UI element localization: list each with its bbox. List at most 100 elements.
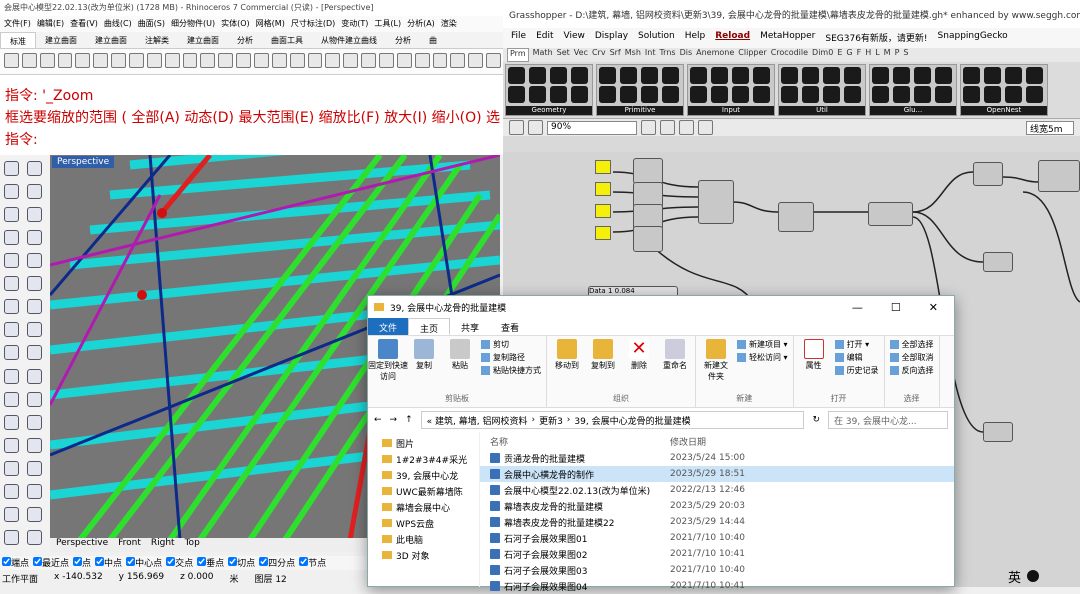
- number-slider[interactable]: [595, 160, 611, 174]
- number-slider[interactable]: [595, 182, 611, 196]
- gh-component-icon[interactable]: [963, 86, 980, 103]
- osnap-checkbox[interactable]: [2, 557, 11, 566]
- record-icon[interactable]: [1027, 570, 1040, 582]
- rhino-menu-item[interactable]: 曲面(S): [138, 18, 165, 30]
- save-icon[interactable]: [528, 120, 543, 135]
- viewport-tab[interactable]: Front: [118, 538, 141, 552]
- gh-component-icon[interactable]: [662, 86, 679, 103]
- tool-icon[interactable]: [4, 506, 19, 522]
- osnap-option[interactable]: 中点: [95, 556, 122, 570]
- tool-icon[interactable]: [4, 368, 19, 384]
- breadcrumb-item[interactable]: 39, 会展中心龙骨的批量建模: [574, 414, 690, 427]
- command-input[interactable]: 指令:: [5, 129, 500, 151]
- osnap-option[interactable]: 最近点: [33, 556, 69, 570]
- gh-component-icon[interactable]: [732, 86, 749, 103]
- gh-component-icon[interactable]: [781, 67, 798, 84]
- ribbon-tab[interactable]: 查看: [490, 318, 530, 335]
- open-icon[interactable]: [509, 120, 524, 135]
- rhino-menu-item[interactable]: 尺寸标注(D): [291, 18, 335, 30]
- gh-menu-item[interactable]: File: [511, 31, 526, 45]
- gh-component-icon[interactable]: [935, 67, 952, 84]
- toolbar-tool-icon[interactable]: [129, 53, 144, 68]
- tool-icon[interactable]: [4, 460, 19, 476]
- toolbar-tool-icon[interactable]: [396, 53, 412, 68]
- toolbar-tool-icon[interactable]: [468, 53, 484, 68]
- gh-component-icon[interactable]: [620, 86, 637, 103]
- rhino-menu-item[interactable]: 实体(O): [221, 18, 250, 30]
- gh-component-icon[interactable]: [753, 67, 770, 84]
- gh-component-icon[interactable]: [571, 67, 588, 84]
- gh-component-icon[interactable]: [984, 86, 1001, 103]
- nav-item[interactable]: 幕墙会展中心: [368, 499, 479, 515]
- gh-menu-item[interactable]: Solution: [638, 31, 675, 45]
- tool-icon[interactable]: [27, 414, 42, 430]
- rhino-toolbar-tab[interactable]: 分析: [386, 32, 420, 48]
- pin-button[interactable]: 固定到快速访问: [368, 339, 408, 382]
- gh-tab[interactable]: Anemone: [696, 48, 734, 62]
- rhino-toolbar-tab[interactable]: 建立曲面: [178, 32, 228, 48]
- toolbar-tool-icon[interactable]: [271, 53, 287, 68]
- tool-icon[interactable]: [27, 345, 42, 361]
- paste-button[interactable]: 粘贴: [445, 339, 475, 382]
- toolbar-tool-icon[interactable]: [21, 53, 37, 68]
- gh-component-icon[interactable]: [802, 67, 819, 84]
- move-to-button[interactable]: 移动到: [552, 339, 582, 371]
- file-row[interactable]: 石河子会展效果图02 2021/7/10 10:41: [480, 546, 954, 562]
- gh-tab[interactable]: Clipper: [738, 48, 766, 62]
- tool-icon[interactable]: [27, 207, 42, 223]
- gh-component-icon[interactable]: [844, 67, 861, 84]
- forward-icon[interactable]: →: [390, 415, 398, 425]
- select-none-button[interactable]: 全部取消: [889, 352, 934, 363]
- gh-menu-item[interactable]: Help: [685, 31, 706, 45]
- gh-component-icon[interactable]: [872, 67, 889, 84]
- gh-tab[interactable]: E: [837, 48, 842, 62]
- gh-tab[interactable]: Trns: [659, 48, 675, 62]
- gh-component[interactable]: [983, 422, 1013, 442]
- rhino-toolbar-tab[interactable]: 曲面工具: [262, 32, 312, 48]
- rhino-toolbar-tab[interactable]: 曲: [420, 32, 446, 48]
- gh-menu-item[interactable]: Reload: [715, 31, 750, 45]
- osnap-option[interactable]: 端点: [2, 556, 29, 570]
- gh-component-icon[interactable]: [823, 67, 840, 84]
- tool-icon[interactable]: [27, 161, 42, 176]
- gh-component-icon[interactable]: [550, 86, 567, 103]
- sketch-icon[interactable]: [660, 120, 675, 135]
- rhino-menu-item[interactable]: 网格(M): [256, 18, 285, 30]
- osnap-option[interactable]: 中心点: [126, 556, 162, 570]
- toolbar-tool-icon[interactable]: [414, 53, 430, 68]
- gh-component-icon[interactable]: [529, 86, 546, 103]
- wire-icon[interactable]: [698, 120, 713, 135]
- gh-component-icon[interactable]: [620, 67, 637, 84]
- tool-icon[interactable]: [4, 529, 19, 545]
- tool-icon[interactable]: [27, 276, 42, 292]
- tool-icon[interactable]: [4, 184, 19, 200]
- toolbar-tool-icon[interactable]: [75, 53, 91, 68]
- breadcrumb-item[interactable]: 更新3: [539, 414, 563, 427]
- tool-icon[interactable]: [27, 230, 42, 246]
- gh-component-icon[interactable]: [599, 86, 616, 103]
- tool-icon[interactable]: [4, 230, 19, 246]
- gh-tab[interactable]: Set: [557, 48, 570, 62]
- rhino-menu-item[interactable]: 渲染: [441, 18, 457, 30]
- gh-component-icon[interactable]: [550, 67, 567, 84]
- tool-icon[interactable]: [27, 253, 42, 269]
- osnap-checkbox[interactable]: [197, 557, 207, 566]
- osnap-option[interactable]: 节点: [299, 556, 326, 570]
- preview-icon[interactable]: [641, 120, 656, 135]
- file-row[interactable]: 石河子会展效果图03 2021/7/10 10:40: [480, 562, 954, 578]
- rhino-toolbar-tab[interactable]: 建立曲面: [36, 32, 86, 48]
- ribbon-tab[interactable]: 主页: [408, 318, 451, 335]
- gh-component-icon[interactable]: [984, 67, 1001, 84]
- tool-icon[interactable]: [4, 207, 19, 223]
- gh-tab[interactable]: S: [903, 48, 908, 62]
- gh-tab[interactable]: G: [846, 48, 852, 62]
- rhino-menu-item[interactable]: 分析(A): [407, 18, 435, 30]
- nav-item[interactable]: 39, 会展中心龙: [368, 467, 479, 483]
- gh-component-icon[interactable]: [963, 67, 980, 84]
- tool-icon[interactable]: [4, 322, 19, 338]
- back-icon[interactable]: ←: [374, 415, 382, 425]
- gh-tab[interactable]: Vec: [574, 48, 588, 62]
- tool-icon[interactable]: [27, 483, 42, 499]
- toolbar-tool-icon[interactable]: [39, 53, 55, 68]
- gh-component-icon[interactable]: [711, 86, 728, 103]
